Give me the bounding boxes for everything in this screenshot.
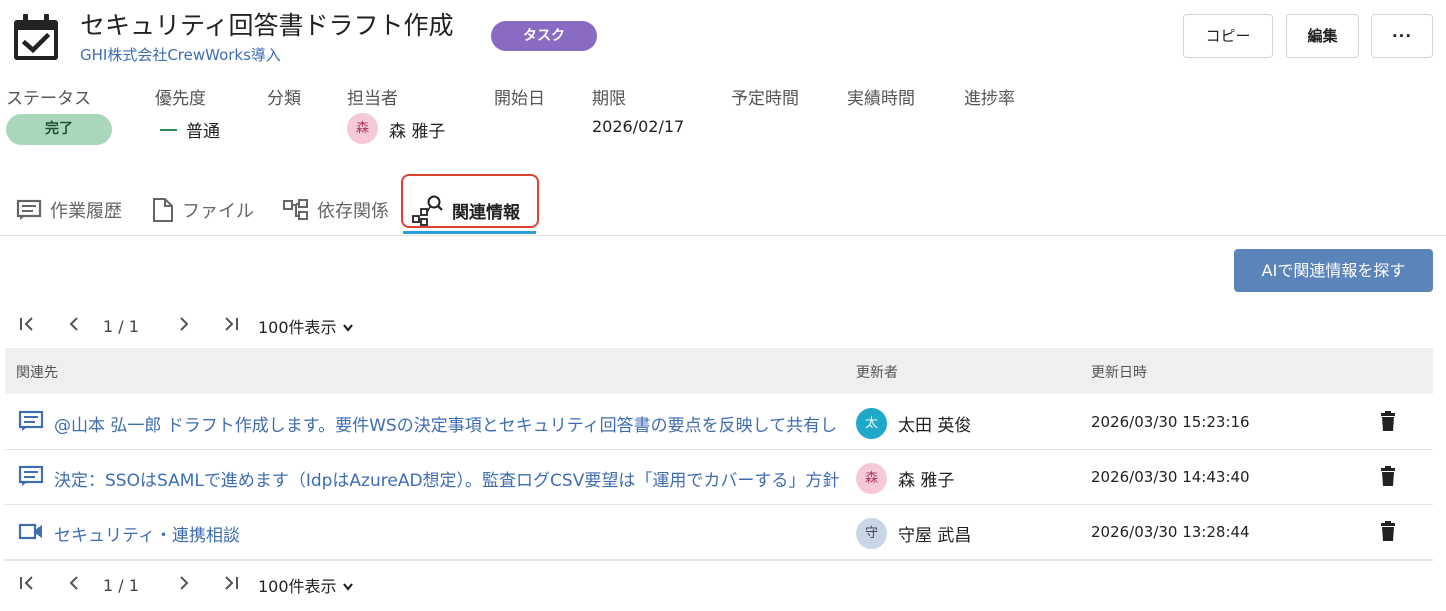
copy-button[interactable]: コピー (1183, 14, 1273, 58)
updated-at: 2026/03/30 14:43:40 (1091, 468, 1250, 486)
assignee-avatar: 森 (347, 113, 378, 144)
comment-icon (18, 465, 44, 486)
chevron-down-icon (342, 324, 353, 332)
updated-at: 2026/03/30 15:23:16 (1091, 413, 1250, 431)
priority-value: 普通 (160, 117, 220, 142)
first-page-button[interactable] (16, 316, 38, 336)
chevron-left-icon (69, 317, 78, 331)
per-page-select[interactable]: 100件表示 (258, 573, 354, 597)
next-page-button[interactable] (173, 575, 195, 595)
comment-icon (18, 410, 44, 431)
updated-by-name: 森 雅子 (898, 471, 955, 491)
trash-icon[interactable] (1380, 411, 1396, 431)
first-page-icon (20, 317, 33, 331)
video-icon (18, 523, 42, 540)
updated-at: 2026/03/30 13:28:44 (1091, 523, 1250, 541)
priority-text: 普通 (186, 122, 220, 142)
pagination-top: 1 / 1 100件表示 (16, 314, 354, 338)
last-page-icon (225, 576, 238, 590)
avatar: 森 (856, 463, 887, 494)
chevron-right-icon (180, 317, 189, 331)
updated-by-name: 太田 英俊 (898, 416, 972, 436)
table-row: セキュリティ・連携相談 守 守屋 武昌 2026/03/30 13:28:44 (5, 505, 1433, 560)
next-page-button[interactable] (173, 316, 195, 336)
pagination-bottom: 1 / 1 100件表示 (16, 573, 354, 597)
table-bottom-divider (5, 560, 1433, 561)
first-page-icon (20, 576, 33, 590)
trash-icon[interactable] (1380, 466, 1396, 486)
first-page-button[interactable] (16, 575, 38, 595)
page-title: セキュリティ回答書ドラフト作成 (80, 11, 454, 40)
last-page-button[interactable] (220, 316, 242, 336)
tabs-divider (0, 235, 1446, 236)
tab-related-label: 関連情報 (452, 202, 520, 223)
updated-by-name: 守屋 武昌 (898, 526, 972, 546)
dependency-icon (283, 199, 308, 220)
trash-icon[interactable] (1380, 521, 1396, 541)
table-row: @山本 弘一郎 ドラフト作成します。要件WSの決定事項とセキュリティ回答書の要点… (5, 395, 1433, 450)
avatar: 守 (856, 518, 887, 549)
prev-page-button[interactable] (63, 575, 85, 595)
tab-dependencies-label: 依存関係 (317, 201, 389, 222)
planned-time-label: 予定時間 (731, 89, 799, 109)
column-header-related: 関連先 (16, 365, 58, 381)
avatar: 太 (856, 408, 887, 439)
status-badge: 完了 (6, 114, 112, 145)
related-item-link[interactable]: 決定：SSOはSAMLで進めます（IdpはAzureAD想定）。監査ログCSV要… (54, 466, 839, 491)
assignee-label: 担当者 (347, 89, 398, 109)
task-type-badge: タスク (491, 21, 597, 51)
actual-time-label: 実績時間 (847, 89, 915, 109)
assignee-name: 森 雅子 (389, 122, 446, 142)
tab-related[interactable]: 関連情報 (412, 192, 520, 228)
page-info: 1 / 1 (103, 575, 139, 595)
due-date-label: 期限 (592, 89, 626, 109)
last-page-button[interactable] (220, 575, 242, 595)
prev-page-button[interactable] (63, 316, 85, 336)
related-item-link[interactable]: セキュリティ・連携相談 (54, 521, 839, 546)
per-page-label: 100件表示 (258, 577, 337, 596)
tab-history-label: 作業履歴 (50, 201, 122, 222)
per-page-select[interactable]: 100件表示 (258, 314, 354, 338)
ai-search-related-button[interactable]: AIで関連情報を探す (1234, 249, 1433, 292)
file-icon (153, 198, 173, 222)
status-label: ステータス (6, 89, 91, 109)
column-header-updated-by: 更新者 (856, 365, 898, 381)
progress-label: 進捗率 (964, 89, 1015, 109)
category-label: 分類 (267, 89, 301, 109)
active-tab-underline (403, 231, 536, 234)
priority-label: 優先度 (155, 89, 206, 109)
per-page-label: 100件表示 (258, 318, 337, 337)
related-search-icon (412, 195, 443, 226)
column-header-updated-at: 更新日時 (1091, 365, 1147, 381)
related-item-link[interactable]: @山本 弘一郎 ドラフト作成します。要件WSの決定事項とセキュリティ回答書の要点… (54, 411, 839, 436)
chevron-right-icon (180, 576, 189, 590)
chevron-down-icon (342, 583, 353, 591)
page-info: 1 / 1 (103, 316, 139, 336)
priority-dash-icon (160, 128, 177, 131)
table-header: 関連先 更新者 更新日時 (5, 348, 1433, 394)
chevron-left-icon (69, 576, 78, 590)
calendar-check-icon (14, 14, 58, 60)
last-page-icon (225, 317, 238, 331)
tab-files[interactable]: ファイル (152, 192, 254, 228)
more-button[interactable]: ··· (1371, 14, 1433, 58)
start-date-label: 開始日 (494, 89, 545, 109)
tab-files-label: ファイル (182, 201, 254, 222)
project-link[interactable]: GHI株式会社CrewWorks導入 (80, 44, 281, 65)
comment-icon (16, 199, 42, 220)
tab-dependencies[interactable]: 依存関係 (283, 192, 389, 228)
edit-button[interactable]: 編集 (1286, 14, 1359, 58)
table-row: 決定：SSOはSAMLで進めます（IdpはAzureAD想定）。監査ログCSV要… (5, 450, 1433, 505)
tab-history[interactable]: 作業履歴 (16, 192, 122, 228)
due-date-value: 2026/02/17 (592, 117, 685, 136)
